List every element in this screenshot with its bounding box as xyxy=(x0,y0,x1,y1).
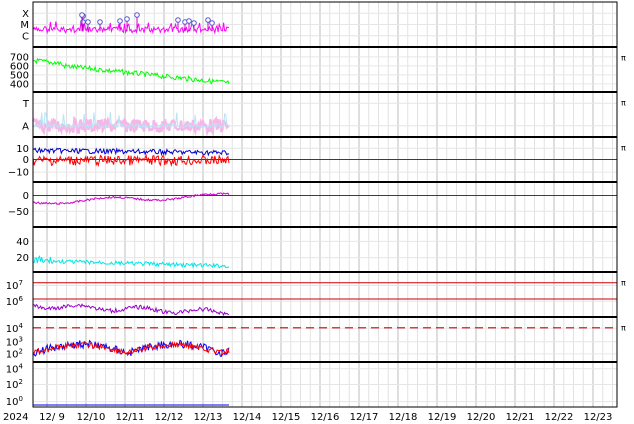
panel-marker: π xyxy=(621,99,626,108)
panel-marker: π xyxy=(621,279,626,288)
panel-frame xyxy=(32,91,618,138)
panel-marker: π xyxy=(621,144,626,153)
y-tick-label: 102 xyxy=(6,347,23,360)
series-line-bz xyxy=(32,192,230,206)
panel-frame xyxy=(32,316,618,363)
x-tick-label: 12/22 xyxy=(545,412,574,423)
x-start-label: 2024 xyxy=(3,412,28,423)
y-tick-label: C xyxy=(22,31,29,42)
flare-marker xyxy=(124,16,130,22)
flare-marker xyxy=(80,19,86,25)
x-tick-label: 12/10 xyxy=(77,412,106,423)
y-tick-label: T xyxy=(22,99,30,110)
x-tick-label: 12/17 xyxy=(350,412,379,423)
y-tick-label: 100 xyxy=(6,395,23,408)
flare-marker xyxy=(175,17,181,23)
panel-frame xyxy=(32,226,618,273)
x-tick-label: 12/21 xyxy=(506,412,535,423)
x-tick-label: 12/12 xyxy=(155,412,184,423)
panel-marker: π xyxy=(621,54,626,63)
y-tick-label: −50 xyxy=(8,207,29,218)
flare-marker xyxy=(79,12,85,18)
panel-frame xyxy=(32,46,618,93)
panel-frames xyxy=(32,1,618,408)
series-line-bfield xyxy=(32,146,230,157)
series-lines xyxy=(31,21,230,406)
series-line-electron xyxy=(33,303,230,317)
flare-marker xyxy=(134,12,140,18)
y-tick-label: A xyxy=(22,121,29,132)
series-line-xray_class xyxy=(32,21,230,35)
x-tick-label: 12/14 xyxy=(233,412,262,423)
x-tick-label: 12/11 xyxy=(116,412,145,423)
y-tick-label: M xyxy=(20,20,29,31)
y-tick-label: −10 xyxy=(8,168,29,179)
flare-marker xyxy=(85,19,91,25)
x-tick-label: 12/19 xyxy=(428,412,457,423)
panel-frame xyxy=(32,271,618,318)
y-tick-label: 0 xyxy=(23,155,29,166)
x-tick-label: 12/13 xyxy=(194,412,223,423)
y-tick-label: 103 xyxy=(6,335,23,348)
x-tick-label: 12/23 xyxy=(584,412,613,423)
y-tick-label: 20 xyxy=(16,253,29,264)
y-tick-label: 10 xyxy=(16,144,29,155)
flare-marker xyxy=(97,19,103,25)
space-weather-chart: XMC700600500400πTAπ100−10π0−504020107106… xyxy=(3,1,626,423)
panel-frame xyxy=(32,181,618,228)
y-tick-label: 104 xyxy=(6,362,24,375)
x-tick-label: 12/20 xyxy=(467,412,496,423)
x-tick-label: 12/ 9 xyxy=(39,412,65,423)
x-tick-label: 12/18 xyxy=(389,412,418,423)
series-line-bfield xyxy=(32,153,230,167)
y-tick-label: 106 xyxy=(6,295,24,308)
x-tick-label: 12/16 xyxy=(311,412,340,423)
x-tick-label: 12/15 xyxy=(272,412,301,423)
y-tick-label: 102 xyxy=(6,378,23,391)
y-tick-label: 400 xyxy=(10,79,29,90)
y-tick-label: 0 xyxy=(23,191,29,202)
series-line-speed xyxy=(32,57,230,85)
reference-lines xyxy=(33,159,617,329)
grid-lines xyxy=(33,2,617,407)
panel-marker: π xyxy=(621,324,626,333)
flare-marker xyxy=(209,20,215,26)
y-tick-label: 40 xyxy=(16,237,29,248)
flare-marker xyxy=(117,18,123,24)
flare-marker xyxy=(191,20,197,26)
flare-marker xyxy=(186,18,192,24)
y-tick-label: X xyxy=(22,9,29,20)
y-tick-label: 104 xyxy=(6,322,24,335)
y-tick-label: 107 xyxy=(6,279,23,292)
